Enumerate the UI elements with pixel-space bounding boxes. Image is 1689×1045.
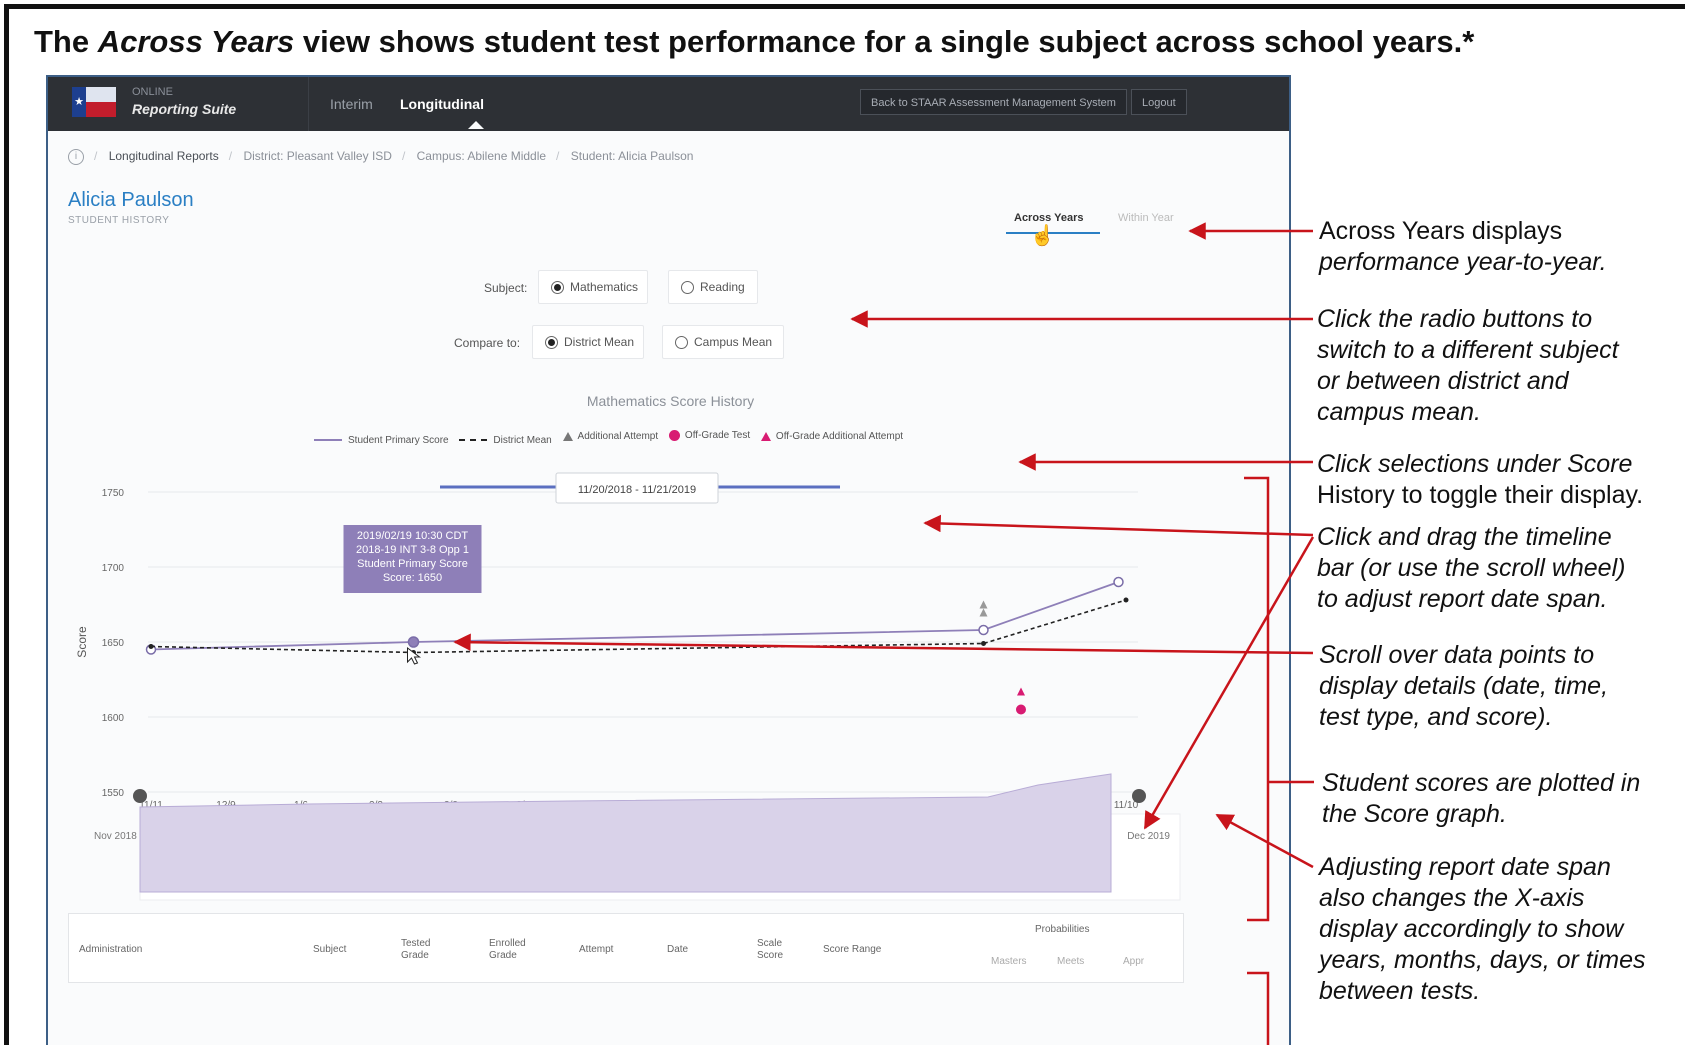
tooltip-line: Student Primary Score — [357, 558, 468, 570]
off-grade-test-point — [1016, 704, 1026, 715]
additional-attempt-marker — [979, 608, 988, 617]
th-attempt[interactable]: Attempt — [579, 944, 613, 956]
date-range-label: 11/20/2018 - 11/21/2019 — [578, 484, 696, 496]
district-mean-point — [148, 644, 154, 649]
y-tick-label: 1700 — [102, 563, 125, 574]
th-probabilities: Probabilities — [1035, 924, 1090, 935]
th-appr[interactable]: Appr — [1123, 956, 1144, 968]
district-mean-point — [1123, 597, 1129, 603]
series-student-primary-line — [150, 581, 1119, 651]
y-tick-label: 1650 — [102, 638, 125, 649]
th-tested-grade[interactable]: Tested Grade — [401, 938, 441, 962]
navigator-start-label: Nov 2018 — [94, 831, 137, 842]
y-axis-label: Score — [75, 626, 89, 658]
annotation-across-years: Across Years displays performance year-to… — [1319, 217, 1607, 276]
off-grade-additional-marker — [1017, 687, 1025, 696]
annotation-timeline: Click and drag the timeline bar (or use t… — [1317, 523, 1626, 613]
th-score-range[interactable]: Score Range — [823, 944, 881, 956]
navigator-right-handle — [1132, 789, 1146, 803]
headline: The Across Years view shows student test… — [34, 24, 1475, 59]
th-meets[interactable]: Meets — [1057, 956, 1084, 968]
th-date[interactable]: Date — [667, 944, 688, 956]
app-screenshot: ★ ONLINE Reporting Suite Interim Longitu… — [46, 75, 1291, 1045]
tooltip-line: 2019/02/19 10:30 CDT — [357, 530, 469, 542]
annotation-radio-buttons: Click the radio buttons to switch to a di… — [1317, 305, 1619, 426]
th-subject[interactable]: Subject — [313, 944, 346, 956]
y-tick-label: 1600 — [102, 713, 125, 724]
district-mean-point — [981, 641, 986, 646]
additional-attempt-marker — [979, 600, 988, 609]
tooltip-line: 2018-19 INT 3-8 Opp 1 — [356, 544, 469, 556]
annotation-scroll-points: Scroll over data points to display detail… — [1319, 641, 1609, 731]
th-administration[interactable]: Administration — [79, 944, 142, 956]
x-tick-label: 11/10 — [1114, 800, 1139, 811]
th-masters[interactable]: Masters — [991, 956, 1027, 968]
student-score-point — [1113, 576, 1124, 588]
y-tick-label: 1550 — [102, 788, 125, 799]
th-enrolled-grade[interactable]: Enrolled Grade — [489, 938, 539, 962]
y-tick-label: 1750 — [102, 488, 125, 499]
score-chart: 17501700165016001550Score11/1112/91/62/3… — [75, 472, 1181, 901]
tooltip-line: Score: 1650 — [383, 572, 442, 584]
student-score-point — [407, 636, 420, 648]
annotation-adjust-span: Adjusting report date span also changes t… — [1319, 853, 1646, 1005]
th-scale-score[interactable]: Scale Score — [757, 938, 797, 962]
annotation-score-graph: Student scores are plotted in the Score g… — [1322, 769, 1641, 828]
student-score-point — [978, 624, 989, 636]
navigator-end-label: Dec 2019 — [1127, 831, 1170, 842]
navigator-left-handle — [133, 789, 147, 803]
annotation-selections: Click selections under Score History to t… — [1317, 450, 1644, 509]
results-table-header: Administration Subject Tested Grade Enro… — [68, 913, 1184, 983]
